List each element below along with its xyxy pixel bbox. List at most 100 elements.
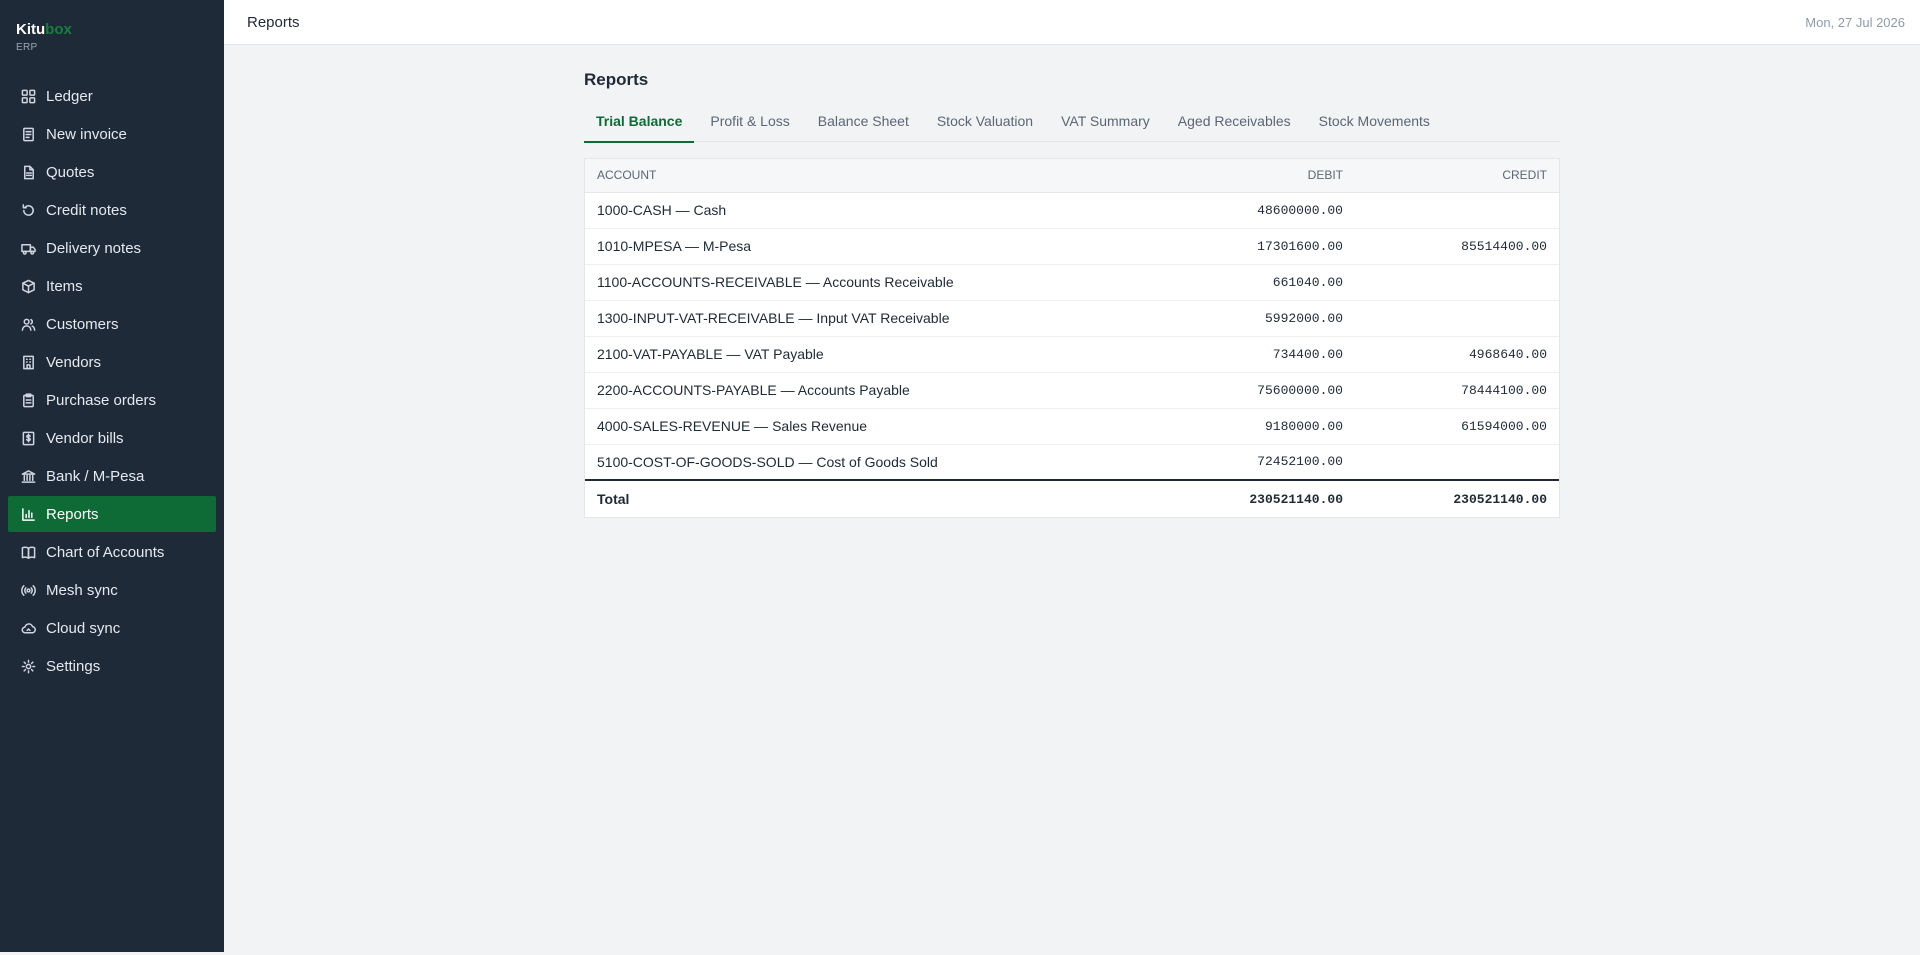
current-date: Mon, 27 Jul 2026 bbox=[1805, 15, 1905, 30]
sidebar-nav: Ledger New invoice Quotes Credit notes D… bbox=[8, 78, 216, 686]
sidebar-item-reports[interactable]: Reports bbox=[8, 496, 216, 532]
tab-trial-balance[interactable]: Trial Balance bbox=[584, 108, 695, 143]
brand-name: Kitubox bbox=[16, 21, 72, 39]
credit-cell: 85514400.00 bbox=[1355, 228, 1559, 265]
sidebar-item-label: Reports bbox=[46, 505, 99, 523]
column-header-credit: Credit bbox=[1355, 159, 1559, 193]
trial-balance-table: Account Debit Credit 1000-CASH — Cash 48… bbox=[584, 158, 1560, 518]
top-bar: Reports Mon, 27 Jul 2026 bbox=[224, 0, 1920, 45]
tab-balance-sheet[interactable]: Balance Sheet bbox=[806, 108, 921, 142]
sidebar-item-ledger[interactable]: Ledger bbox=[8, 78, 216, 114]
debit-cell: 17301600.00 bbox=[1125, 228, 1355, 265]
sidebar-item-customers[interactable]: Customers bbox=[8, 306, 216, 342]
radio-icon bbox=[20, 582, 36, 598]
sidebar-item-bank-mpesa[interactable]: Bank / M-Pesa bbox=[8, 458, 216, 494]
sidebar-item-chart-of-accounts[interactable]: Chart of Accounts bbox=[8, 534, 216, 570]
tab-stock-valuation[interactable]: Stock Valuation bbox=[925, 108, 1045, 142]
sidebar-item-label: Chart of Accounts bbox=[46, 543, 165, 561]
sidebar-item-label: Purchase orders bbox=[46, 391, 157, 409]
sidebar-item-purchase-orders[interactable]: Purchase orders bbox=[8, 382, 216, 418]
table-row: 1100-ACCOUNTS-RECEIVABLE — Accounts Rece… bbox=[585, 264, 1559, 301]
account-cell: 1300-INPUT-VAT-RECEIVABLE — Input VAT Re… bbox=[585, 300, 1125, 337]
rotate-ccw-icon bbox=[20, 202, 36, 218]
receipt-icon bbox=[20, 430, 36, 446]
credit-cell bbox=[1355, 444, 1559, 481]
grid-icon bbox=[20, 88, 36, 104]
table-row: 2100-VAT-PAYABLE — VAT Payable 734400.00… bbox=[585, 336, 1559, 373]
book-icon bbox=[20, 544, 36, 560]
total-credit: 230521140.00 bbox=[1355, 479, 1559, 517]
sidebar-item-delivery-notes[interactable]: Delivery notes bbox=[8, 230, 216, 266]
credit-cell: 61594000.00 bbox=[1355, 408, 1559, 445]
tab-stock-movements[interactable]: Stock Movements bbox=[1307, 108, 1442, 142]
sidebar-item-label: Cloud sync bbox=[46, 619, 121, 637]
document-icon bbox=[20, 126, 36, 142]
sidebar-item-credit-notes[interactable]: Credit notes bbox=[8, 192, 216, 228]
credit-cell bbox=[1355, 264, 1559, 301]
total-label: Total bbox=[585, 479, 1125, 517]
column-header-debit: Debit bbox=[1125, 159, 1355, 193]
sidebar: Kitubox ERP Ledger New invoice Quotes Cr… bbox=[0, 0, 224, 952]
sidebar-item-cloud-sync[interactable]: Cloud sync bbox=[8, 610, 216, 646]
account-cell: 1010-MPESA — M-Pesa bbox=[585, 228, 1125, 265]
sidebar-item-label: Settings bbox=[46, 657, 101, 675]
bar-chart-icon bbox=[20, 506, 36, 522]
sidebar-item-settings[interactable]: Settings bbox=[8, 648, 216, 684]
sidebar-item-label: Bank / M-Pesa bbox=[46, 467, 145, 485]
sidebar-item-items[interactable]: Items bbox=[8, 268, 216, 304]
brand-logo[interactable]: Kitubox ERP bbox=[16, 21, 72, 53]
page-title: Reports bbox=[584, 70, 649, 89]
cloud-icon bbox=[20, 620, 36, 636]
debit-cell: 48600000.00 bbox=[1125, 192, 1355, 229]
sidebar-item-vendors[interactable]: Vendors bbox=[8, 344, 216, 380]
tab-aged-receivables[interactable]: Aged Receivables bbox=[1166, 108, 1303, 142]
total-row: Total 230521140.00 230521140.00 bbox=[585, 479, 1559, 517]
credit-cell: 78444100.00 bbox=[1355, 372, 1559, 409]
column-header-account: Account bbox=[585, 159, 1125, 193]
debit-cell: 9180000.00 bbox=[1125, 408, 1355, 445]
tab-profit-loss[interactable]: Profit & Loss bbox=[698, 108, 801, 142]
debit-cell: 5992000.00 bbox=[1125, 300, 1355, 337]
account-cell: 2100-VAT-PAYABLE — VAT Payable bbox=[585, 336, 1125, 373]
sidebar-item-new-invoice[interactable]: New invoice bbox=[8, 116, 216, 152]
sidebar-item-label: Mesh sync bbox=[46, 581, 118, 599]
table-row: 5100-COST-OF-GOODS-SOLD — Cost of Goods … bbox=[585, 444, 1559, 481]
debit-cell: 734400.00 bbox=[1125, 336, 1355, 373]
sidebar-item-label: Items bbox=[46, 277, 83, 295]
tab-vat-summary[interactable]: VAT Summary bbox=[1049, 108, 1162, 142]
debit-cell: 661040.00 bbox=[1125, 264, 1355, 301]
brand-subtitle: ERP bbox=[16, 42, 38, 53]
sidebar-item-vendor-bills[interactable]: Vendor bills bbox=[8, 420, 216, 456]
credit-cell bbox=[1355, 300, 1559, 337]
sidebar-item-quotes[interactable]: Quotes bbox=[8, 154, 216, 190]
truck-icon bbox=[20, 240, 36, 256]
sidebar-item-label: Customers bbox=[46, 315, 119, 333]
gear-icon bbox=[20, 658, 36, 674]
package-icon bbox=[20, 278, 36, 294]
sidebar-item-label: Delivery notes bbox=[46, 239, 142, 257]
clipboard-icon bbox=[20, 392, 36, 408]
debit-cell: 72452100.00 bbox=[1125, 444, 1355, 481]
table-row: 1000-CASH — Cash 48600000.00 bbox=[585, 192, 1559, 229]
table-row: 1010-MPESA — M-Pesa 17301600.00 85514400… bbox=[585, 228, 1559, 265]
account-cell: 1100-ACCOUNTS-RECEIVABLE — Accounts Rece… bbox=[585, 264, 1125, 301]
table-header-row: Account Debit Credit bbox=[585, 159, 1559, 193]
account-cell: 1000-CASH — Cash bbox=[585, 192, 1125, 229]
brand-name-accent: box bbox=[45, 21, 72, 38]
main-content: Reports Trial Balance Profit & Loss Bala… bbox=[584, 70, 1560, 518]
account-cell: 4000-SALES-REVENUE — Sales Revenue bbox=[585, 408, 1125, 445]
table-row: 2200-ACCOUNTS-PAYABLE — Accounts Payable… bbox=[585, 372, 1559, 409]
sidebar-item-label: Ledger bbox=[46, 87, 93, 105]
sidebar-item-label: New invoice bbox=[46, 125, 127, 143]
table-row: 1300-INPUT-VAT-RECEIVABLE — Input VAT Re… bbox=[585, 300, 1559, 337]
building-icon bbox=[20, 354, 36, 370]
total-debit: 230521140.00 bbox=[1125, 479, 1355, 517]
bank-icon bbox=[20, 468, 36, 484]
account-cell: 5100-COST-OF-GOODS-SOLD — Cost of Goods … bbox=[585, 444, 1125, 481]
users-icon bbox=[20, 316, 36, 332]
sidebar-item-label: Vendors bbox=[46, 353, 102, 371]
account-cell: 2200-ACCOUNTS-PAYABLE — Accounts Payable bbox=[585, 372, 1125, 409]
credit-cell bbox=[1355, 192, 1559, 229]
sidebar-item-mesh-sync[interactable]: Mesh sync bbox=[8, 572, 216, 608]
file-icon bbox=[20, 164, 36, 180]
